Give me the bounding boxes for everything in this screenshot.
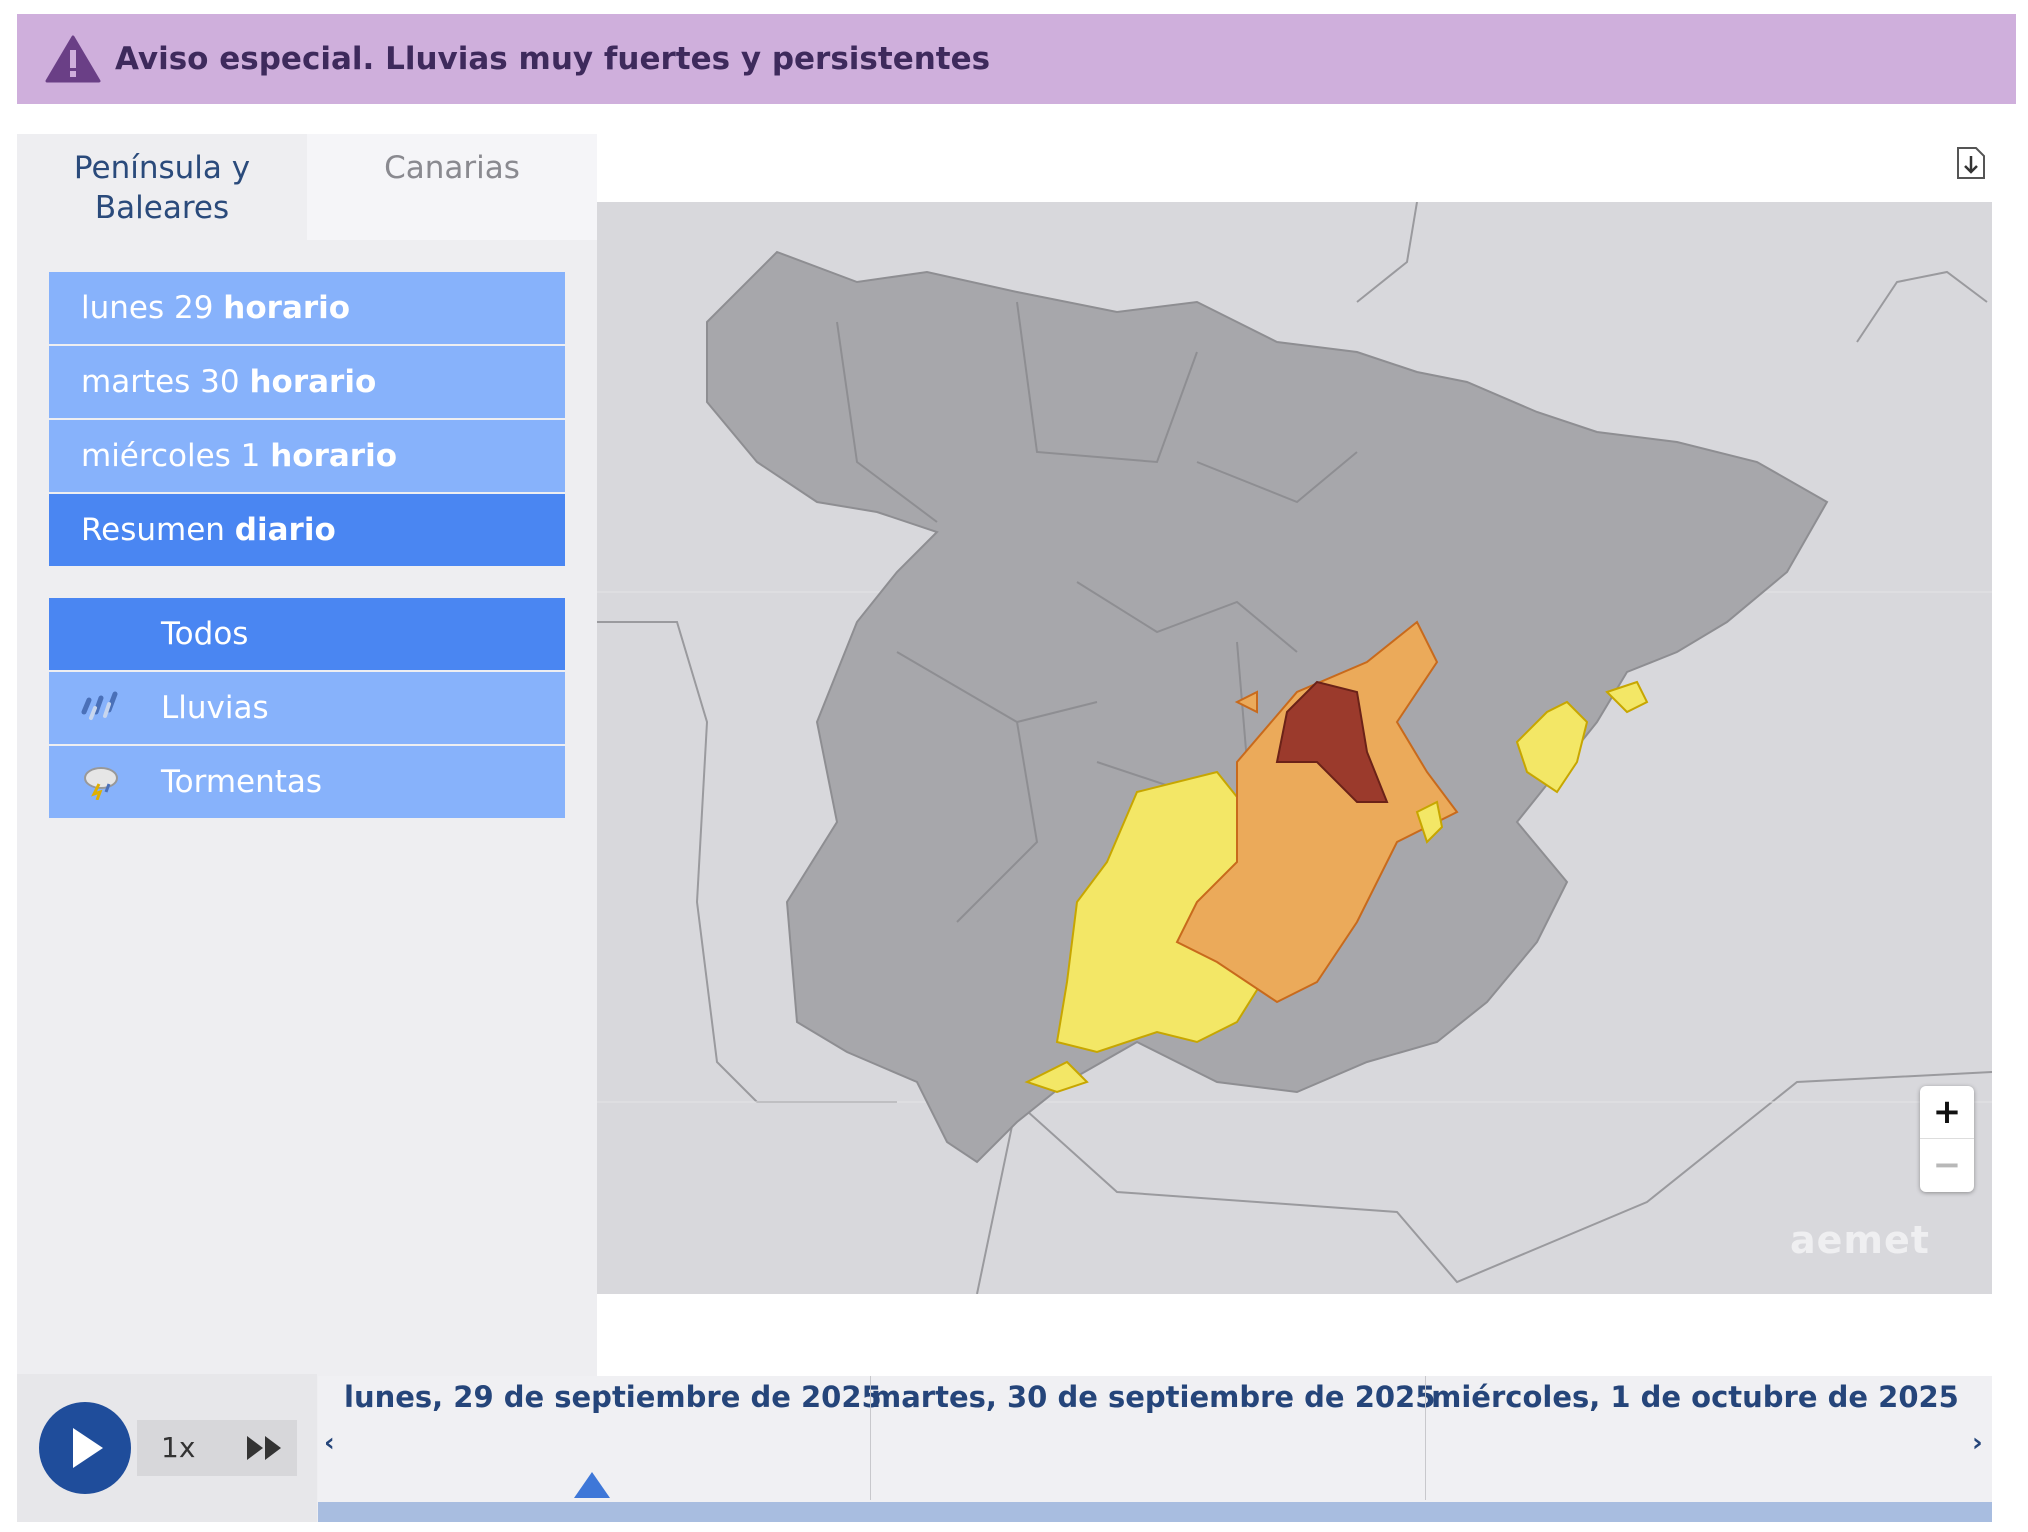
zoom-in-button[interactable]: + (1920, 1086, 1974, 1138)
banner-title: Aviso especial. Lluvias muy fuertes y pe… (115, 41, 991, 77)
day-label: lunes 29 (81, 290, 214, 326)
tab-canarias[interactable]: Canarias (307, 134, 597, 240)
timeline-day[interactable]: miércoles, 1 de octubre de 2025 (1425, 1376, 1964, 1500)
spain-landmass (706, 250, 1829, 1164)
filter-label: Lluvias (161, 690, 269, 726)
day-suffix: horario (270, 438, 398, 474)
filter-lluvias[interactable]: Lluvias (49, 672, 565, 744)
special-warning-banner: Aviso especial. Lluvias muy fuertes y pe… (17, 14, 2016, 104)
storm-icon (84, 767, 118, 800)
aemet-watermark: aemet (1790, 1218, 1930, 1262)
timeline-position-marker[interactable] (574, 1472, 610, 1498)
timeline-prev-button[interactable]: ‹ (324, 1428, 335, 1458)
day-button-resumen-diario[interactable]: Resumen diario (49, 494, 565, 566)
filter-label: Tormentas (161, 764, 323, 800)
day-label: Resumen (81, 512, 225, 548)
day-label: martes 30 (81, 364, 240, 400)
day-button-miercoles-1[interactable]: miércoles 1 horario (49, 420, 565, 492)
filter-label: Todos (161, 616, 249, 652)
tab-label: Península y Baleares (73, 150, 251, 226)
timeline-track[interactable] (318, 1502, 1992, 1522)
tab-peninsula-baleares[interactable]: Península y Baleares (17, 134, 307, 240)
filter-tormentas[interactable]: Tormentas (49, 746, 565, 818)
day-button-lunes-29[interactable]: lunes 29 horario (49, 272, 565, 344)
day-suffix: horario (223, 290, 351, 326)
warnings-map[interactable]: aemet (597, 202, 1992, 1294)
day-suffix: horario (249, 364, 377, 400)
day-label: miércoles 1 (81, 438, 261, 474)
day-suffix: diario (234, 512, 336, 548)
fast-forward-icon[interactable] (245, 1434, 283, 1462)
play-icon[interactable] (39, 1402, 131, 1494)
map-canvas (597, 202, 1992, 1294)
zoom-out-button[interactable]: − (1920, 1138, 1974, 1191)
download-icon[interactable] (1954, 142, 1988, 182)
timeline-next-button[interactable]: › (1972, 1428, 1983, 1458)
filter-todos[interactable]: Todos (49, 598, 565, 670)
rain-icon (81, 691, 118, 720)
zoom-control: + − (1920, 1086, 1974, 1192)
tab-label: Canarias (384, 150, 520, 186)
speed-control[interactable]: 1x (137, 1420, 297, 1476)
timeline-day[interactable]: martes, 30 de septiembre de 2025 (870, 1376, 1435, 1500)
warning-icon (45, 35, 101, 83)
day-button-martes-30[interactable]: martes 30 horario (49, 346, 565, 418)
timeline: ‹ lunes, 29 de septiembre de 2025 martes… (318, 1376, 1992, 1522)
animation-player: 1x (17, 1374, 317, 1522)
speed-label: 1x (161, 1431, 196, 1464)
sidebar: Península y Baleares Canarias lunes 29 h… (17, 134, 597, 1522)
